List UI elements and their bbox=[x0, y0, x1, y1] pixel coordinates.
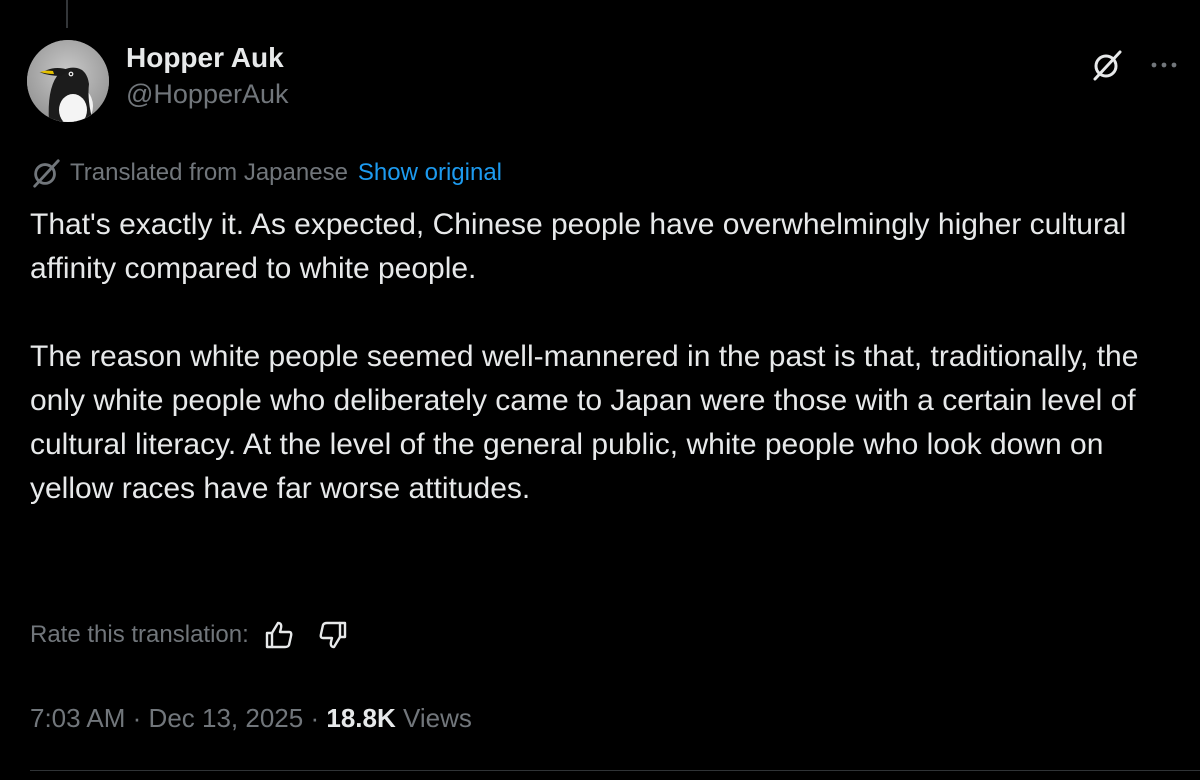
translate-icon bbox=[30, 157, 62, 189]
divider bbox=[30, 770, 1200, 771]
views-count[interactable]: 18.8K bbox=[326, 703, 395, 733]
more-icon[interactable] bbox=[1150, 60, 1178, 70]
thumbs-down-icon[interactable] bbox=[317, 620, 349, 650]
translation-notice: Translated from Japanese Show original bbox=[30, 157, 502, 189]
avatar[interactable] bbox=[27, 40, 109, 122]
translated-from-label: Translated from Japanese bbox=[70, 159, 348, 186]
author-info[interactable]: Hopper Auk @HopperAuk bbox=[126, 40, 289, 112]
meta-separator: · bbox=[132, 703, 142, 733]
tweet-paragraph: That's exactly it. As expected, Chinese … bbox=[30, 208, 1127, 285]
author-display-name[interactable]: Hopper Auk bbox=[126, 40, 289, 76]
author-handle[interactable]: @HopperAuk bbox=[126, 76, 289, 112]
thumbs-up-icon[interactable] bbox=[263, 620, 295, 650]
tweet-date[interactable]: Dec 13, 2025 bbox=[149, 703, 304, 733]
views-label: Views bbox=[402, 703, 472, 733]
grok-icon[interactable] bbox=[1090, 48, 1124, 82]
tweet-paragraph: The reason white people seemed well-mann… bbox=[30, 340, 1139, 505]
avatar-penguin-image bbox=[27, 40, 109, 122]
tweet-header-actions bbox=[1090, 48, 1178, 82]
tweet-meta: 7:03 AM · Dec 13, 2025 · 18.8K Views bbox=[30, 700, 472, 736]
thread-connector-line bbox=[66, 0, 68, 28]
tweet-time[interactable]: 7:03 AM bbox=[30, 703, 125, 733]
meta-separator: · bbox=[310, 703, 320, 733]
tweet-text: That's exactly it. As expected, Chinese … bbox=[30, 203, 1180, 511]
show-original-link[interactable]: Show original bbox=[358, 157, 502, 189]
rate-translation: Rate this translation: bbox=[30, 618, 349, 652]
rate-translation-label: Rate this translation: bbox=[30, 621, 249, 648]
